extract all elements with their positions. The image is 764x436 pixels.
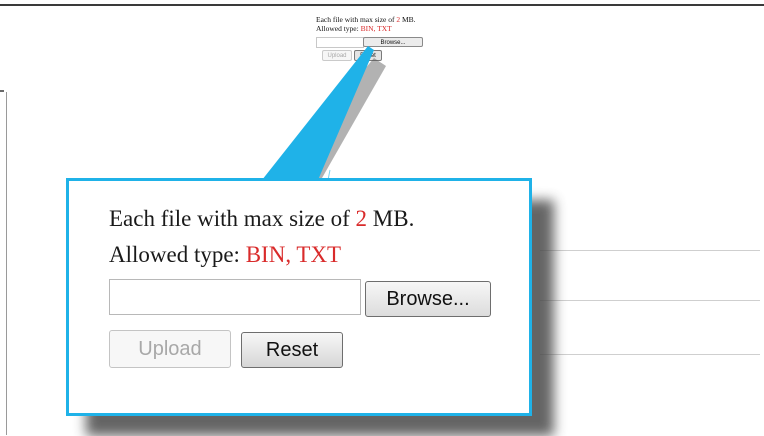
mini-upload-info: Each file with max size of 2 MB. Allowed… [316, 15, 476, 33]
page-left-border [6, 92, 7, 435]
mini-file-input[interactable] [316, 37, 364, 48]
file-input[interactable] [109, 279, 361, 315]
mini-upload-button[interactable]: Upload [322, 50, 352, 61]
page-top-border [0, 4, 764, 6]
mini-type-text: Allowed type: BIN, TXT [316, 24, 392, 33]
mini-size-text: Each file with max size of 2 MB. [316, 15, 416, 24]
size-limit-text: Each file with max size of 2 MB. [109, 206, 415, 231]
upload-button[interactable]: Upload [109, 330, 231, 368]
zoom-callout: Each file with max size of 2 MB. Allowed… [66, 178, 532, 416]
page-left-tick [0, 90, 4, 92]
callout-pointer-wedge [262, 46, 374, 180]
allowed-type-text: Allowed type: BIN, TXT [109, 242, 342, 267]
mini-browse-button[interactable]: Browse... [363, 37, 423, 47]
mini-reset-button[interactable]: Reset [354, 50, 382, 61]
divider-line [540, 300, 760, 301]
browse-button[interactable]: Browse... [365, 281, 491, 317]
divider-line [540, 354, 760, 355]
divider-line [540, 250, 760, 251]
reset-button[interactable]: Reset [241, 332, 343, 368]
callout-pointer-shadow [258, 58, 386, 196]
